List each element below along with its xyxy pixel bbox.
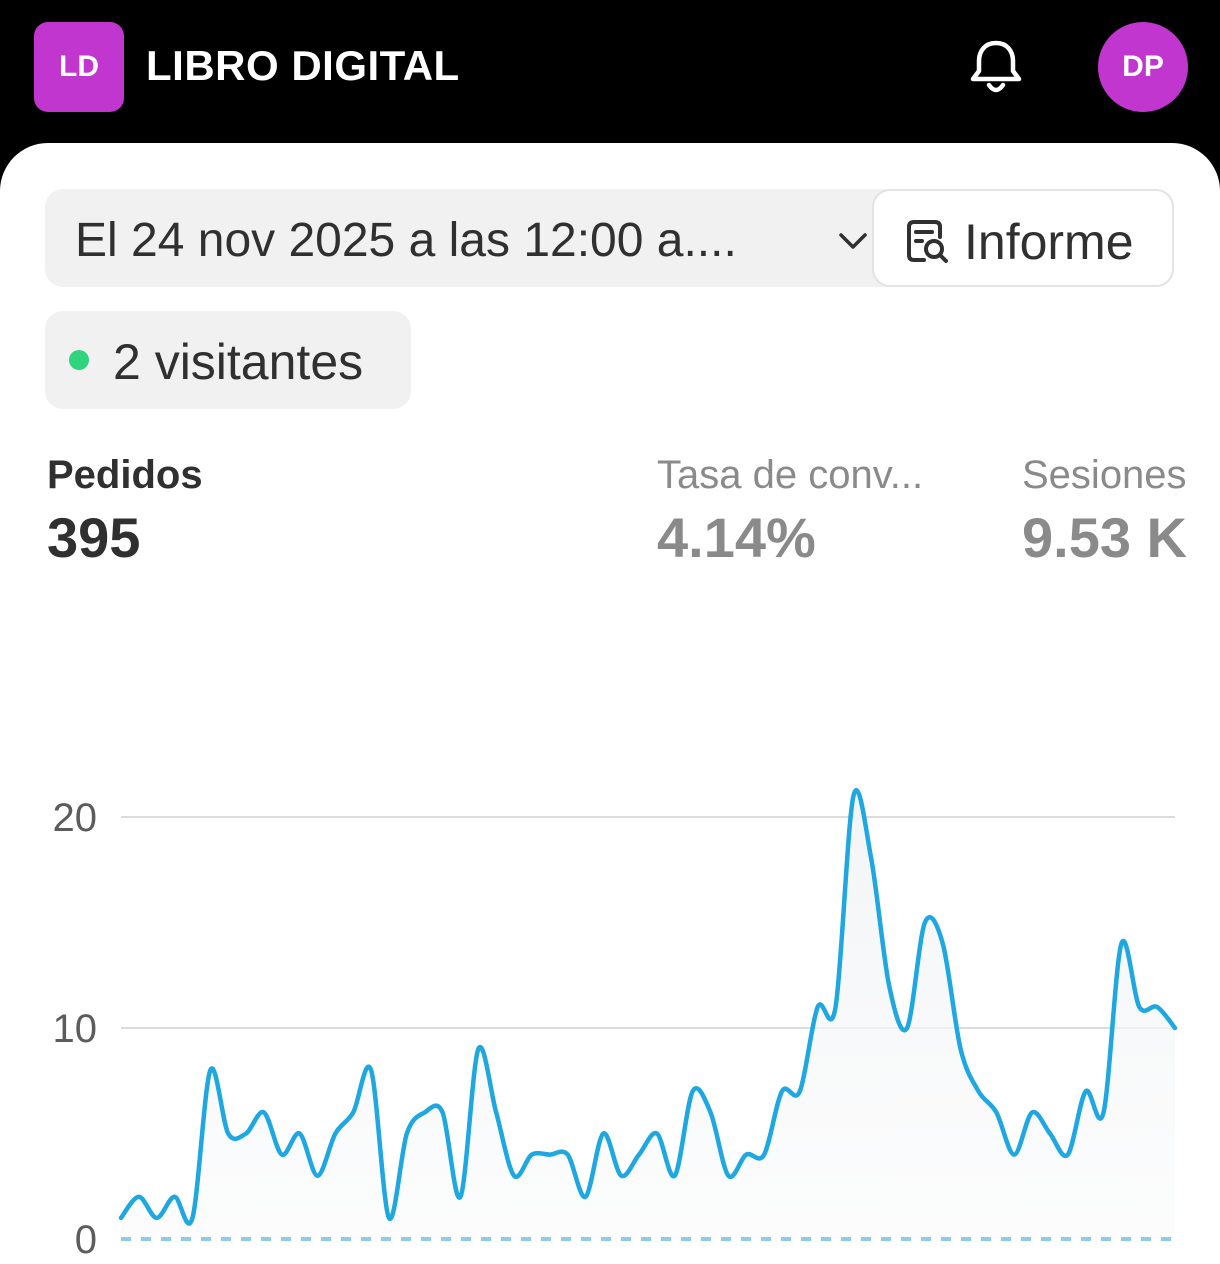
report-search-icon bbox=[907, 220, 948, 263]
live-status-dot bbox=[69, 350, 89, 370]
live-visitors-text: 2 visitantes bbox=[113, 334, 364, 390]
store-name[interactable]: LIBRO DIGITAL bbox=[146, 42, 460, 90]
date-range-selector[interactable]: El 24 nov 2025 a las 12:00 a.... bbox=[45, 189, 905, 287]
date-range-text: El 24 nov 2025 a las 12:00 a.... bbox=[75, 214, 737, 267]
metric-label-conversion[interactable]: Tasa de conv... bbox=[657, 453, 923, 498]
metric-value-sessions[interactable]: 9.53 K bbox=[1022, 505, 1187, 570]
chevron-down-icon bbox=[839, 233, 867, 249]
bell-icon[interactable] bbox=[964, 36, 1028, 100]
live-visitors-badge[interactable]: 2 visitantes bbox=[45, 311, 411, 409]
metric-label-orders[interactable]: Pedidos bbox=[47, 453, 203, 498]
app-header: LD LIBRO DIGITAL DP bbox=[0, 0, 1220, 160]
metric-value-orders[interactable]: 395 bbox=[47, 505, 140, 570]
metric-value-conversion[interactable]: 4.14% bbox=[657, 505, 816, 570]
metric-label-sessions[interactable]: Sesiones bbox=[1022, 453, 1187, 498]
store-badge[interactable]: LD bbox=[34, 22, 124, 112]
report-label: Informe bbox=[964, 214, 1134, 270]
user-avatar[interactable]: DP bbox=[1098, 22, 1188, 112]
report-button[interactable]: Informe bbox=[872, 189, 1174, 287]
dashboard-panel: El 24 nov 2025 a las 12:00 a.... Informe… bbox=[0, 143, 1220, 1264]
